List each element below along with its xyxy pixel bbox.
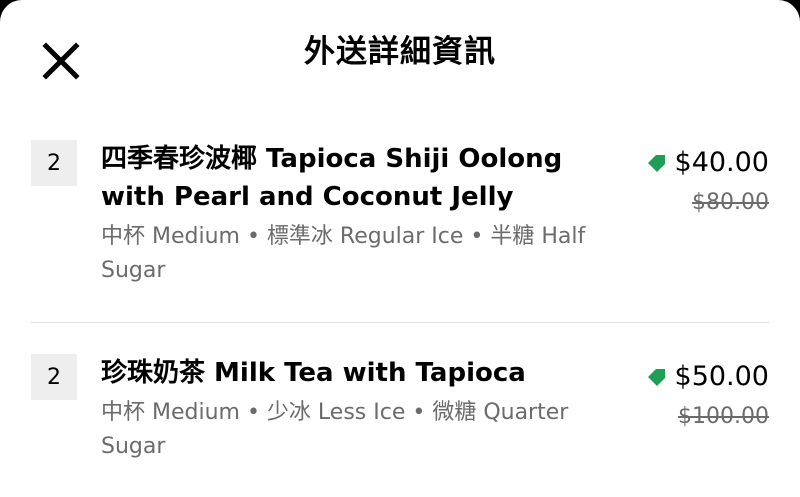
price-block: $50.00 $100.00 <box>645 358 769 434</box>
promo-tag-icon <box>647 369 665 386</box>
quantity-badge: 2 <box>31 140 77 186</box>
delivery-details-sheet: 外送詳細資訊 2 四季春珍波椰 Tapioca Shiji Oolong wit… <box>0 0 800 497</box>
item-options: 中杯 Medium • 少冰 Less Ice • 微糖 Quarter Sug… <box>101 400 569 459</box>
item-details: 四季春珍波椰 Tapioca Shiji Oolong with Pearl a… <box>101 140 601 288</box>
divider <box>31 322 769 323</box>
page-title: 外送詳細資訊 <box>304 34 496 70</box>
original-price: $100.00 <box>678 404 769 429</box>
item-options: 中杯 Medium • 標準冰 Regular Ice • 半糖 Half Su… <box>101 224 586 283</box>
discounted-price: $50.00 <box>674 361 769 392</box>
promo-tag-icon <box>647 155 665 172</box>
original-price: $80.00 <box>692 190 769 215</box>
quantity-badge: 2 <box>31 354 77 400</box>
item-details: 珍珠奶茶 Milk Tea with Tapioca 中杯 Medium • 少… <box>101 354 601 464</box>
discounted-price: $40.00 <box>674 147 769 178</box>
item-name: 四季春珍波椰 Tapioca Shiji Oolong with Pearl a… <box>101 144 563 212</box>
price-block: $40.00 $80.00 <box>645 144 769 220</box>
item-name: 珍珠奶茶 Milk Tea with Tapioca <box>101 358 526 388</box>
